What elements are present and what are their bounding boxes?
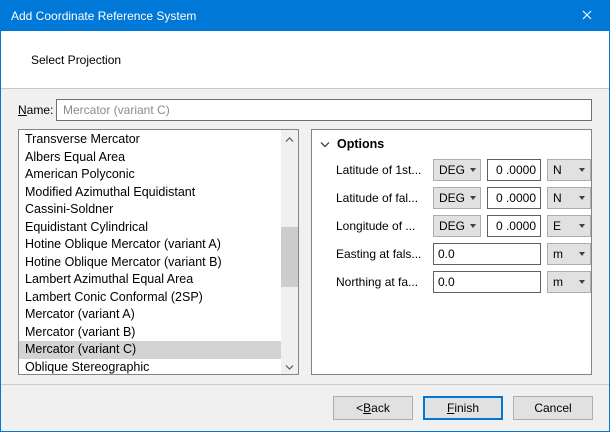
option-label: Northing at fa... <box>336 275 433 289</box>
list-item[interactable]: Hotine Oblique Mercator (variant B) <box>19 254 281 272</box>
close-button[interactable] <box>564 1 609 31</box>
list-item[interactable]: Lambert Azimuthal Equal Area <box>19 271 281 289</box>
option-row: Latitude of fal...DEGN <box>336 187 583 209</box>
list-item[interactable]: Cassini-Soldner <box>19 201 281 219</box>
option-row: Latitude of 1st...DEGN <box>336 159 583 181</box>
title-bar: Add Coordinate Reference System <box>1 1 609 31</box>
spacer <box>1 375 609 384</box>
dropdown-arrow-icon <box>470 224 476 228</box>
option-label: Latitude of fal... <box>336 191 433 205</box>
dropdown-arrow-icon <box>470 196 476 200</box>
collapse-chevron-icon <box>320 137 330 151</box>
cancel-button[interactable]: Cancel <box>513 396 593 420</box>
option-row: Easting at fals...m <box>336 243 583 265</box>
name-label: Name: <box>18 103 56 117</box>
list-item[interactable]: Oblique Stereographic <box>19 359 281 375</box>
option-label: Latitude of 1st... <box>336 163 433 177</box>
scrollbar-thumb[interactable] <box>281 227 298 287</box>
projection-listbox[interactable]: Transverse MercatorAlbers Equal AreaAmer… <box>18 129 299 375</box>
angle-value-input[interactable] <box>487 187 541 209</box>
angle-value-input[interactable] <box>487 159 541 181</box>
list-item[interactable]: Mercator (variant A) <box>19 306 281 324</box>
projection-list-items: Transverse MercatorAlbers Equal AreaAmer… <box>19 130 281 374</box>
dialog-add-crs: Add Coordinate Reference System Select P… <box>0 0 610 432</box>
content-area: Transverse MercatorAlbers Equal AreaAmer… <box>18 129 592 375</box>
unit-dropdown[interactable]: m <box>547 243 591 265</box>
window-title: Add Coordinate Reference System <box>1 9 564 23</box>
chevron-up-icon <box>285 132 294 146</box>
option-row: Northing at fa...m <box>336 271 583 293</box>
back-button[interactable]: < Back <box>333 396 413 420</box>
list-item[interactable]: Lambert Conic Conformal (2SP) <box>19 289 281 307</box>
dropdown-arrow-icon <box>579 280 585 284</box>
angle-value-input[interactable] <box>487 215 541 237</box>
list-item[interactable]: Equidistant Cylindrical <box>19 219 281 237</box>
length-value-input[interactable] <box>433 243 541 265</box>
list-item[interactable]: American Polyconic <box>19 166 281 184</box>
list-scrollbar[interactable] <box>281 130 298 374</box>
options-panel: Options Latitude of 1st...DEGNLatitude o… <box>311 129 592 375</box>
dropdown-arrow-icon <box>579 252 585 256</box>
length-value-input[interactable] <box>433 271 541 293</box>
angle-format-dropdown[interactable]: DEG <box>433 187 481 209</box>
options-rows: Latitude of 1st...DEGNLatitude of fal...… <box>312 155 591 293</box>
hemisphere-dropdown[interactable]: N <box>547 187 591 209</box>
option-row: Longitude of ...DEGE <box>336 215 583 237</box>
name-input[interactable] <box>56 99 592 121</box>
wizard-header: Select Projection <box>1 31 609 89</box>
list-item[interactable]: Hotine Oblique Mercator (variant A) <box>19 236 281 254</box>
dropdown-arrow-icon <box>579 168 585 172</box>
list-item[interactable]: Transverse Mercator <box>19 131 281 149</box>
button-bar: < Back Finish Cancel <box>1 384 609 431</box>
angle-format-dropdown[interactable]: DEG <box>433 159 481 181</box>
options-header[interactable]: Options <box>312 130 591 155</box>
dropdown-arrow-icon <box>579 224 585 228</box>
hemisphere-dropdown[interactable]: N <box>547 159 591 181</box>
scrollbar-down-button[interactable] <box>281 357 298 374</box>
chevron-down-icon <box>285 359 294 373</box>
unit-dropdown[interactable]: m <box>547 271 591 293</box>
list-item[interactable]: Modified Azimuthal Equidistant <box>19 184 281 202</box>
scrollbar-up-button[interactable] <box>281 130 298 147</box>
hemisphere-dropdown[interactable]: E <box>547 215 591 237</box>
finish-button[interactable]: Finish <box>423 396 503 420</box>
options-title: Options <box>337 137 384 151</box>
dropdown-arrow-icon <box>579 196 585 200</box>
close-icon <box>582 9 592 23</box>
option-label: Longitude of ... <box>336 219 433 233</box>
option-label: Easting at fals... <box>336 247 433 261</box>
step-title: Select Projection <box>31 53 121 67</box>
name-row: Name: <box>18 99 592 121</box>
dropdown-arrow-icon <box>470 168 476 172</box>
list-item[interactable]: Albers Equal Area <box>19 149 281 167</box>
list-item[interactable]: Mercator (variant B) <box>19 324 281 342</box>
angle-format-dropdown[interactable]: DEG <box>433 215 481 237</box>
list-item[interactable]: Mercator (variant C) <box>19 341 281 359</box>
dialog-body: Name: Transverse MercatorAlbers Equal Ar… <box>1 89 609 431</box>
